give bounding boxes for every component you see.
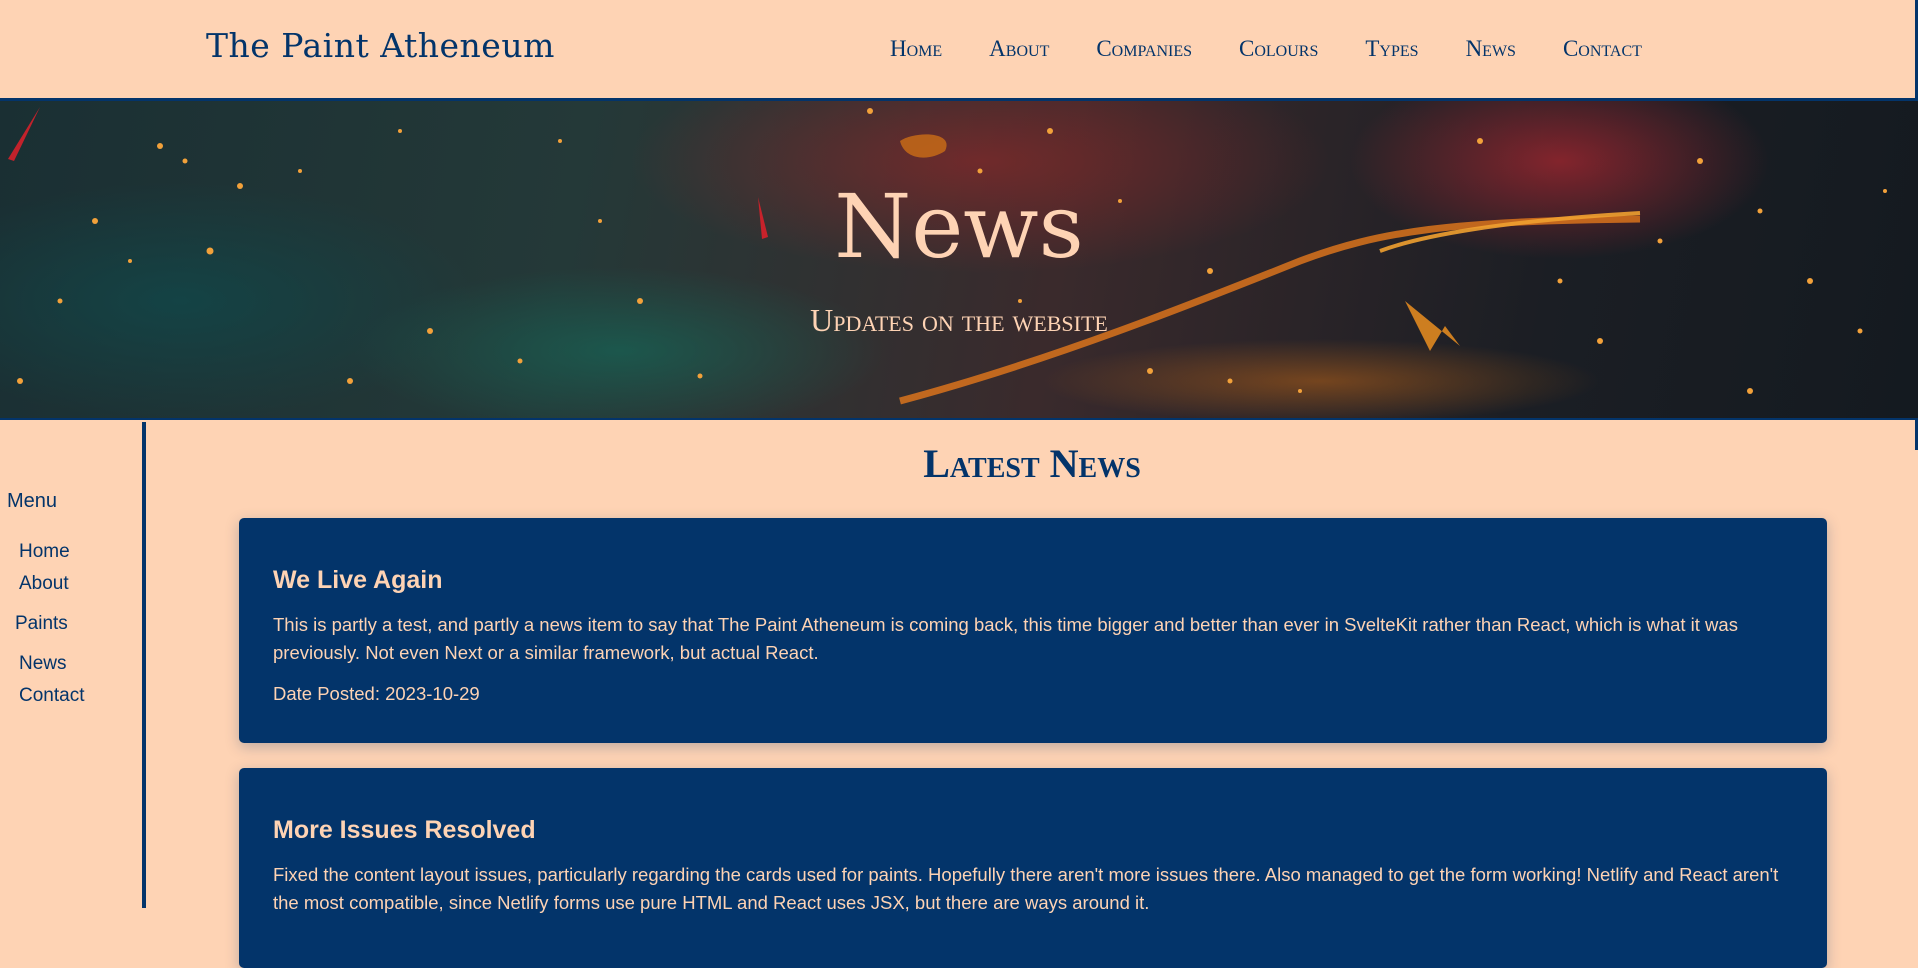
- sidebar-item-paints[interactable]: Paints: [15, 613, 68, 635]
- sidebar-menu: Menu Home About Paints News Contact: [0, 422, 146, 908]
- nav-news[interactable]: News: [1466, 36, 1516, 62]
- hero-subtitle: Updates on the website: [810, 302, 1108, 338]
- news-card: More Issues Resolved Fixed the content l…: [239, 768, 1827, 968]
- nav-types[interactable]: Types: [1365, 36, 1418, 62]
- news-body: Fixed the content layout issues, particu…: [273, 864, 1779, 913]
- site-header: The Paint Atheneum Home About Companies …: [0, 0, 1918, 101]
- sidebar-item-home[interactable]: Home: [19, 541, 70, 563]
- sidebar-item-contact[interactable]: Contact: [19, 685, 84, 707]
- sidebar-title: Menu: [7, 490, 58, 512]
- section-title: Latest News: [923, 441, 1141, 486]
- news-title: More Issues Resolved: [273, 816, 536, 844]
- nav-colours[interactable]: Colours: [1239, 36, 1318, 62]
- nav-contact[interactable]: Contact: [1563, 36, 1642, 62]
- top-nav: Home About Companies Colours Types News …: [890, 36, 1642, 62]
- news-title: We Live Again: [273, 566, 443, 594]
- sidebar-item-news[interactable]: News: [19, 653, 67, 675]
- sidebar-item-about[interactable]: About: [19, 573, 69, 595]
- news-date: Date Posted: 2023-10-29: [273, 683, 480, 704]
- hero-banner: News Updates on the website: [0, 101, 1918, 420]
- nav-companies[interactable]: Companies: [1096, 36, 1192, 62]
- news-body: This is partly a test, and partly a news…: [273, 614, 1738, 663]
- site-title-link[interactable]: The Paint Atheneum: [206, 26, 555, 65]
- nav-home[interactable]: Home: [890, 36, 942, 62]
- hero-title: News: [834, 175, 1084, 278]
- news-card: We Live Again This is partly a test, and…: [239, 518, 1827, 743]
- nav-about[interactable]: About: [989, 36, 1049, 62]
